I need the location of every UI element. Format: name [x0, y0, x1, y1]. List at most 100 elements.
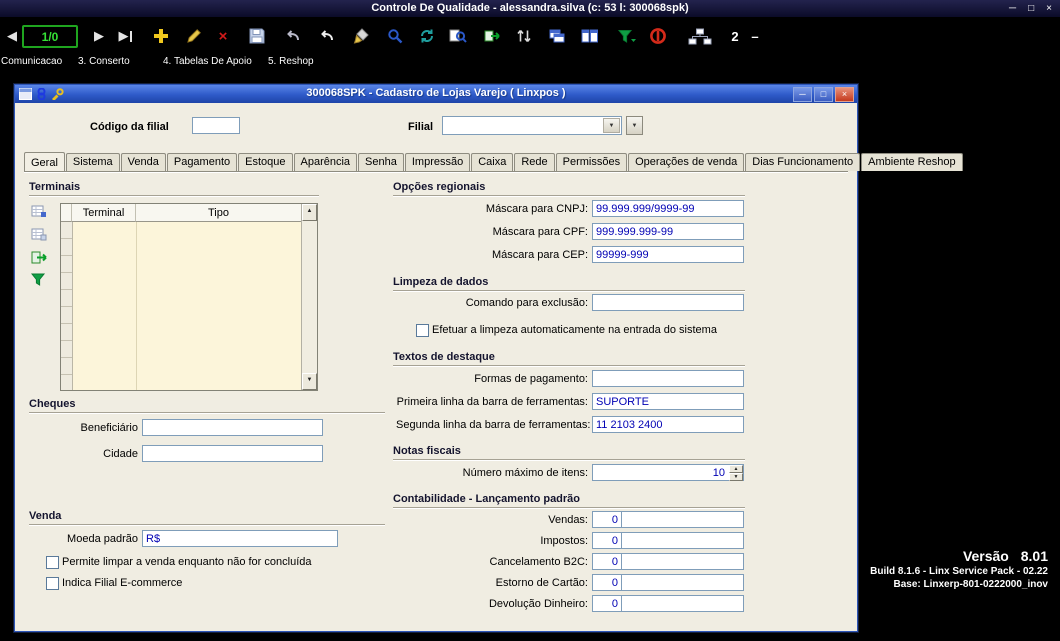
- estorno-cartao-desc-input[interactable]: [621, 574, 744, 591]
- grid-insert-icon[interactable]: [31, 204, 47, 221]
- vendas-code-input[interactable]: [592, 511, 622, 528]
- grid-body[interactable]: [61, 222, 302, 390]
- menu-item-comunicacao[interactable]: Comunicacao: [1, 56, 62, 67]
- scroll-up-icon[interactable]: ▲: [302, 204, 317, 221]
- minimize-button[interactable]: ─: [1009, 3, 1016, 14]
- undo-icon[interactable]: [318, 26, 336, 46]
- tab-estoque[interactable]: Estoque: [238, 153, 293, 171]
- menu-item-reshop[interactable]: 5. Reshop: [268, 56, 314, 67]
- terminais-grid[interactable]: Terminal Tipo ▲ ▼: [60, 203, 318, 391]
- mascara-cep-input[interactable]: [592, 246, 744, 263]
- tab-dias-funcionamento[interactable]: Dias Funcionamento: [745, 153, 861, 171]
- limpeza-automatica-checkbox[interactable]: [416, 324, 429, 337]
- search-icon[interactable]: [386, 26, 404, 46]
- refresh-icon[interactable]: [418, 26, 436, 46]
- mascara-cnpj-label: Máscara para CNPJ:: [485, 203, 588, 215]
- tab-venda[interactable]: Venda: [120, 153, 166, 171]
- filial-combobox[interactable]: ▼: [442, 116, 622, 135]
- nav-next-icon[interactable]: ▶: [90, 26, 108, 46]
- estorno-cartao-label: Estorno de Cartão:: [495, 577, 588, 589]
- tab-rede[interactable]: Rede: [514, 153, 555, 171]
- stop-icon[interactable]: [649, 26, 667, 46]
- beneficiario-input[interactable]: [142, 419, 323, 436]
- grid-column-terminal[interactable]: Terminal: [72, 204, 136, 222]
- tab-geral[interactable]: Geral: [24, 152, 65, 172]
- comando-exclusao-input[interactable]: [592, 294, 744, 311]
- spin-down-icon[interactable]: ▼: [729, 473, 743, 481]
- menu-item-tabelas-de-apoio[interactable]: 4. Tabelas De Apoio: [163, 56, 252, 67]
- tab-senha[interactable]: Senha: [358, 153, 404, 171]
- wrench-icon[interactable]: [51, 87, 64, 105]
- child-close-button[interactable]: ×: [835, 87, 854, 102]
- child-maximize-button[interactable]: □: [814, 87, 833, 102]
- impostos-desc-input[interactable]: [621, 532, 744, 549]
- scroll-down-icon[interactable]: ▼: [302, 373, 317, 390]
- filter-icon[interactable]: [618, 26, 636, 46]
- filial-combo-arrow-icon[interactable]: ▼: [603, 118, 620, 133]
- nav-prev-icon[interactable]: ◀: [3, 26, 21, 46]
- cascade-windows-icon[interactable]: [548, 26, 566, 46]
- sort-icon[interactable]: [515, 26, 533, 46]
- spin-up-icon[interactable]: ▲: [729, 465, 743, 473]
- permite-limpar-checkbox[interactable]: [46, 556, 59, 569]
- estorno-cartao-code-input[interactable]: [592, 574, 622, 591]
- tab-impressao[interactable]: Impressão: [404, 153, 471, 171]
- tab-operacoes-de-venda[interactable]: Operações de venda: [628, 153, 745, 171]
- window-count: 2: [731, 28, 739, 44]
- export-icon[interactable]: [483, 26, 501, 46]
- devolucao-dinheiro-desc-input[interactable]: [621, 595, 744, 612]
- close-button[interactable]: ×: [1046, 3, 1052, 14]
- tab-aparencia[interactable]: Aparência: [293, 153, 358, 171]
- collapse-icon[interactable]: –: [746, 26, 764, 46]
- tab-permissoes[interactable]: Permissões: [555, 153, 628, 171]
- formas-pagamento-input[interactable]: [592, 370, 744, 387]
- system-menu-icon[interactable]: [19, 87, 32, 105]
- flowchart-icon[interactable]: [688, 26, 712, 46]
- mascara-cpf-input[interactable]: [592, 223, 744, 240]
- vendas-desc-input[interactable]: [621, 511, 744, 528]
- grid-copy-icon[interactable]: [31, 227, 47, 244]
- search-document-icon[interactable]: [449, 26, 467, 46]
- cancelamento-b2c-code-input[interactable]: [592, 553, 622, 570]
- cidade-input[interactable]: [142, 445, 323, 462]
- edit-pencil-icon[interactable]: [184, 26, 202, 46]
- max-itens-spinner[interactable]: ▲ ▼: [729, 465, 743, 481]
- tab-pagamento[interactable]: Pagamento: [166, 153, 238, 171]
- primeira-linha-input[interactable]: [592, 393, 744, 410]
- opcoes-regionais-group-header: Opções regionais: [393, 181, 745, 196]
- codigo-filial-input[interactable]: [192, 117, 240, 134]
- moeda-padrao-input[interactable]: [142, 530, 338, 547]
- delete-icon[interactable]: ×: [214, 26, 232, 46]
- maximize-button[interactable]: □: [1028, 3, 1034, 14]
- max-itens-input[interactable]: [592, 464, 744, 481]
- settings-tabstrip: Geral Sistema Venda Pagamento Estoque Ap…: [24, 151, 964, 172]
- cancelamento-b2c-desc-input[interactable]: [621, 553, 744, 570]
- grid-export-icon[interactable]: [31, 250, 47, 267]
- devolucao-dinheiro-code-input[interactable]: [592, 595, 622, 612]
- segunda-linha-input[interactable]: [592, 416, 744, 433]
- filial-dropdown-button[interactable]: ▼: [626, 116, 643, 135]
- save-icon[interactable]: [248, 26, 266, 46]
- child-minimize-button[interactable]: ─: [793, 87, 812, 102]
- tab-sistema[interactable]: Sistema: [65, 153, 120, 171]
- brush-icon[interactable]: [352, 26, 370, 46]
- tab-ambiente-reshop[interactable]: Ambiente Reshop: [861, 153, 963, 171]
- build-line: Build 8.1.6 - Linx Service Pack - 02.22: [870, 566, 1048, 577]
- tile-windows-icon[interactable]: [580, 26, 598, 46]
- terminais-group-header: Terminais: [29, 181, 319, 196]
- cancel-icon[interactable]: [284, 26, 302, 46]
- filial-ecommerce-checkbox[interactable]: [46, 577, 59, 590]
- grid-vertical-scrollbar[interactable]: ▲ ▼: [301, 204, 317, 390]
- impostos-code-input[interactable]: [592, 532, 622, 549]
- codigo-filial-label: Código da filial: [90, 121, 169, 133]
- add-icon[interactable]: [152, 26, 170, 46]
- nav-last-icon[interactable]: ▶: [116, 26, 134, 46]
- cancelamento-b2c-label: Cancelamento B2C:: [489, 556, 588, 568]
- tab-caixa[interactable]: Caixa: [471, 153, 514, 171]
- grid-column-tipo[interactable]: Tipo: [136, 204, 302, 222]
- child-window-title: 300068SPK - Cadastro de Lojas Varejo ( L…: [306, 87, 566, 99]
- menu-item-conserto[interactable]: 3. Conserto: [78, 56, 130, 67]
- component-icon[interactable]: [36, 87, 47, 105]
- mascara-cnpj-input[interactable]: [592, 200, 744, 217]
- grid-filter-icon[interactable]: [30, 273, 47, 290]
